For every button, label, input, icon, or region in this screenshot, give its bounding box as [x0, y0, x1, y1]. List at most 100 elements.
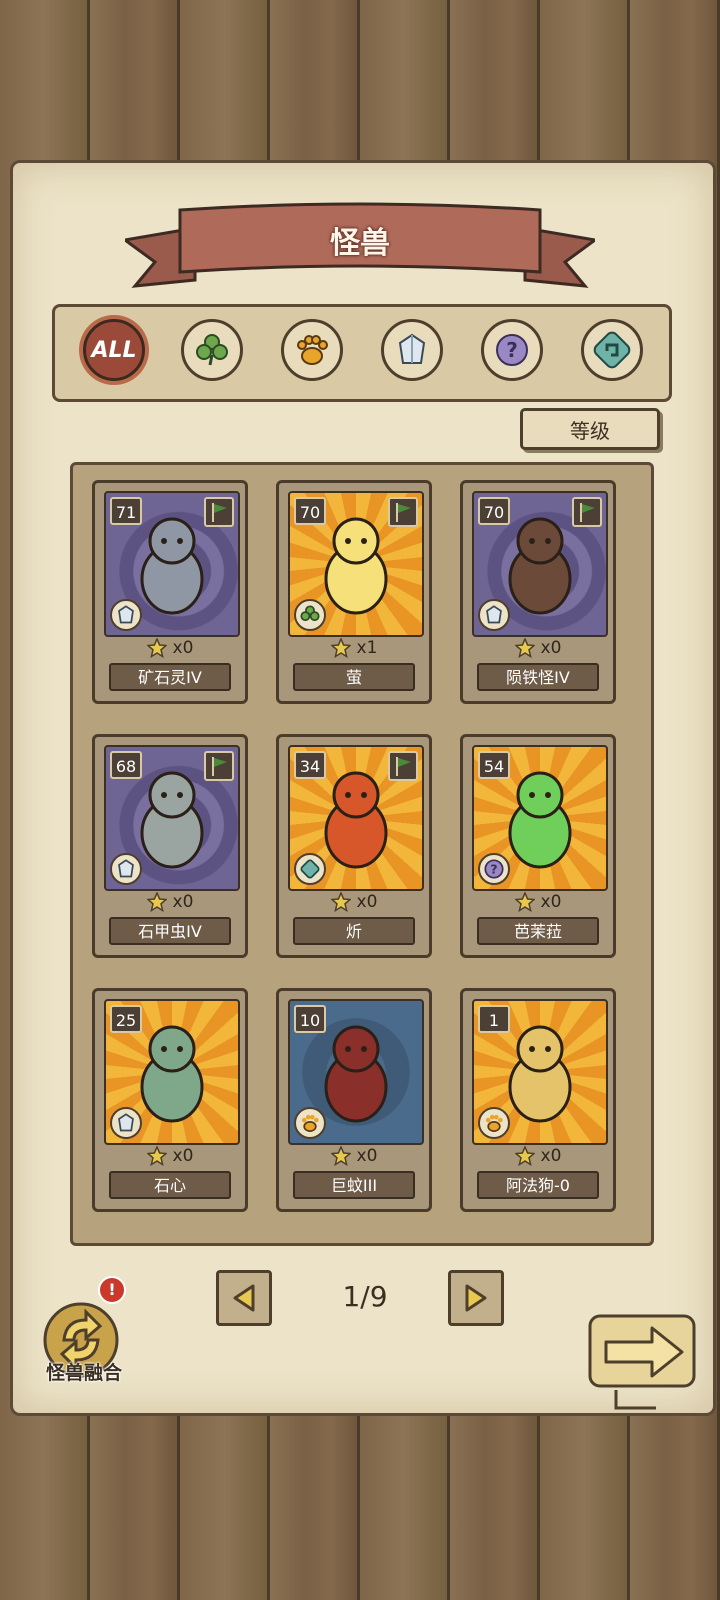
monster-card[interactable]: 70 x0 陨铁怪IV: [460, 480, 616, 704]
monster-card[interactable]: 10 x0 巨蚊III: [276, 988, 432, 1212]
owned-count-row: x0: [463, 889, 613, 915]
level-badge: 71: [110, 497, 142, 525]
monster-portrait: 68: [104, 745, 240, 891]
all-label: ALL: [91, 337, 137, 363]
clover-icon: [294, 599, 326, 631]
clover-icon: [196, 334, 228, 366]
filter-special-button[interactable]: [581, 319, 643, 381]
crystal-icon: [110, 1107, 142, 1139]
level-badge: 1: [478, 1005, 510, 1033]
arrow-left-icon: [233, 1284, 255, 1312]
prev-page-button[interactable]: [216, 1270, 272, 1326]
paw-icon: [297, 335, 328, 365]
monster-portrait: 71: [104, 491, 240, 637]
monster-name: 芭茉菈: [477, 917, 599, 945]
flag-icon: [388, 497, 418, 527]
owned-count: x0: [356, 1146, 378, 1166]
level-badge: 70: [294, 497, 326, 525]
paw-icon: [294, 1107, 326, 1139]
filter-mineral-button[interactable]: [381, 319, 443, 381]
monster-card[interactable]: 34 x0 炘: [276, 734, 432, 958]
monster-name: 巨蚊III: [293, 1171, 415, 1199]
owned-count-row: x0: [279, 1143, 429, 1169]
monster-card[interactable]: 71 x0 矿石灵IV: [92, 480, 248, 704]
monster-portrait: 10: [288, 999, 424, 1145]
monster-name: 炘: [293, 917, 415, 945]
crystal-icon: [478, 599, 510, 631]
arrow-right-icon: [465, 1284, 487, 1312]
star-icon: [514, 638, 535, 658]
notification-badge: !: [98, 1276, 126, 1304]
monster-name: 石心: [109, 1171, 231, 1199]
return-arrow-icon: [588, 1314, 696, 1410]
monster-portrait: 25: [104, 999, 240, 1145]
owned-count: x0: [172, 1146, 194, 1166]
level-badge: 34: [294, 751, 326, 779]
owned-count-row: x1: [279, 635, 429, 661]
owned-count: x1: [356, 638, 378, 658]
monster-card[interactable]: 25 x0 石心: [92, 988, 248, 1212]
filter-beast-button[interactable]: [281, 319, 343, 381]
spiral-icon: [593, 331, 631, 369]
monster-card[interactable]: 1 x0 阿法狗-0: [460, 988, 616, 1212]
monster-portrait: 70: [472, 491, 608, 637]
question-icon: ?: [478, 853, 510, 885]
next-page-button[interactable]: [448, 1270, 504, 1326]
star-icon: [330, 638, 351, 658]
page-title: 怪兽: [330, 226, 390, 261]
monster-name: 萤: [293, 663, 415, 691]
owned-count-row: x0: [463, 635, 613, 661]
star-icon: [514, 1146, 535, 1166]
monster-portrait: 54 ?: [472, 745, 608, 891]
filter-bar: ALL ?: [52, 304, 672, 402]
monster-portrait: 70: [288, 491, 424, 637]
star-icon: [146, 638, 167, 658]
paw-icon: [478, 1107, 510, 1139]
owned-count: x0: [540, 638, 562, 658]
monster-fusion-label: 怪兽融合: [45, 1362, 122, 1384]
filter-plant-button[interactable]: [181, 319, 243, 381]
crystal-icon: [110, 599, 142, 631]
owned-count: x0: [356, 892, 378, 912]
owned-count-row: x0: [463, 1143, 613, 1169]
spiral-icon: [294, 853, 326, 885]
level-badge: 70: [478, 497, 510, 525]
monster-name: 石甲虫IV: [109, 917, 231, 945]
filter-all-button[interactable]: ALL: [83, 319, 145, 381]
star-icon: [146, 1146, 167, 1166]
svg-text:?: ?: [490, 863, 497, 878]
level-badge: 68: [110, 751, 142, 779]
owned-count-row: x0: [95, 1143, 245, 1169]
monster-card[interactable]: 70 x1 萤: [276, 480, 432, 704]
filter-unknown-button[interactable]: ?: [481, 319, 543, 381]
flag-icon: [388, 751, 418, 781]
page-indicator: 1/9: [342, 1280, 388, 1313]
owned-count-row: x0: [279, 889, 429, 915]
monster-name: 矿石灵IV: [109, 663, 231, 691]
monster-portrait: 34: [288, 745, 424, 891]
star-icon: [330, 892, 351, 912]
owned-count: x0: [172, 638, 194, 658]
monster-portrait: 1: [472, 999, 608, 1145]
star-icon: [514, 892, 535, 912]
owned-count: x0: [172, 892, 194, 912]
monster-name: 阿法狗-0: [477, 1171, 599, 1199]
star-icon: [330, 1146, 351, 1166]
level-badge: 25: [110, 1005, 142, 1033]
question-icon: ?: [496, 334, 528, 366]
level-badge: 54: [478, 751, 510, 779]
star-icon: [146, 892, 167, 912]
monster-card[interactable]: 68 x0 石甲虫IV: [92, 734, 248, 958]
crystal-icon: [110, 853, 142, 885]
svg-text:?: ?: [506, 338, 518, 362]
back-button[interactable]: [586, 1312, 704, 1416]
title-banner: 怪兽: [125, 200, 595, 292]
owned-count: x0: [540, 1146, 562, 1166]
owned-count-row: x0: [95, 635, 245, 661]
owned-count-row: x0: [95, 889, 245, 915]
level-badge: 10: [294, 1005, 326, 1033]
sort-by-level-button[interactable]: 等级: [520, 408, 660, 450]
flag-icon: [204, 751, 234, 781]
monster-card[interactable]: 54 ? x0 芭茉菈: [460, 734, 616, 958]
flag-icon: [572, 497, 602, 527]
